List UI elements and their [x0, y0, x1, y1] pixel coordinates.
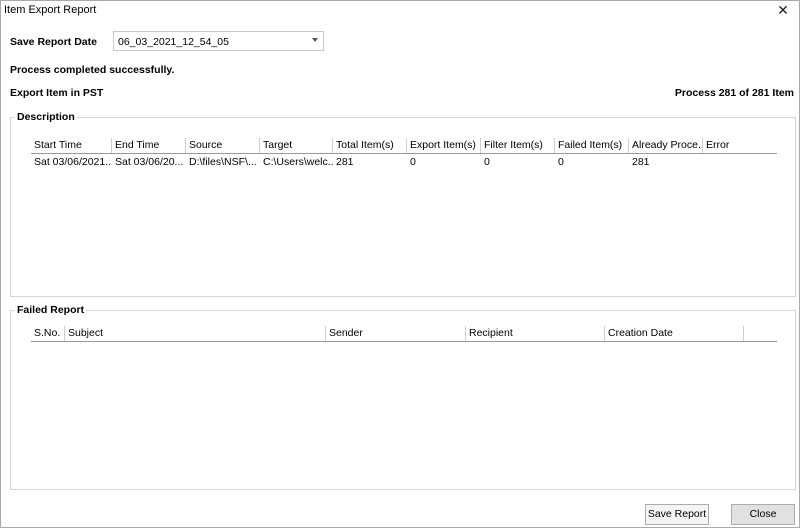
- failed-report-title: Failed Report: [15, 304, 87, 316]
- description-grid[interactable]: Start Time End Time Source Target Total …: [31, 138, 777, 288]
- cell-total-items: 281: [336, 156, 354, 168]
- column-header-error[interactable]: Error: [703, 138, 777, 153]
- status-message: Process completed successfully.: [10, 64, 175, 76]
- column-header-sender[interactable]: Sender: [326, 326, 466, 341]
- column-header-failed-items[interactable]: Failed Item(s): [555, 138, 629, 153]
- cell-export-items: 0: [410, 156, 416, 168]
- failed-report-grid-header: S.No. Subject Sender Recipient Creation …: [31, 326, 777, 342]
- table-row[interactable]: Sat 03/06/2021... Sat 03/06/20... D:\fil…: [31, 154, 777, 170]
- cell-failed-items: 0: [558, 156, 564, 168]
- chevron-down-icon[interactable]: [312, 38, 318, 42]
- item-export-report-window: Item Export Report ✕ Save Report Date 06…: [0, 0, 800, 528]
- column-header-subject[interactable]: Subject: [65, 326, 326, 341]
- column-header-total-items[interactable]: Total Item(s): [333, 138, 407, 153]
- column-header-recipient[interactable]: Recipient: [466, 326, 605, 341]
- description-title: Description: [15, 111, 77, 123]
- column-header-target[interactable]: Target: [260, 138, 333, 153]
- column-header-already-processed[interactable]: Already Proce...: [629, 138, 703, 153]
- window-title: Item Export Report: [4, 4, 97, 16]
- close-icon[interactable]: ✕: [775, 2, 791, 18]
- save-report-button[interactable]: Save Report: [645, 504, 709, 525]
- column-header-start-time[interactable]: Start Time: [31, 138, 112, 153]
- cell-start-time: Sat 03/06/2021...: [34, 156, 112, 168]
- description-grid-header: Start Time End Time Source Target Total …: [31, 138, 777, 154]
- close-button[interactable]: Close: [731, 504, 795, 525]
- title-bar: Item Export Report ✕: [1, 1, 799, 21]
- column-header-end-time[interactable]: End Time: [112, 138, 186, 153]
- save-report-date-dropdown[interactable]: 06_03_2021_12_54_05: [113, 31, 324, 51]
- cell-target: C:\Users\welc...: [263, 156, 333, 168]
- cell-source: D:\files\NSF\...: [189, 156, 257, 168]
- save-report-date-value: 06_03_2021_12_54_05: [118, 36, 229, 48]
- progress-text: Process 281 of 281 Item: [674, 87, 794, 99]
- column-header-creation-date[interactable]: Creation Date: [605, 326, 744, 341]
- save-report-date-label: Save Report Date: [10, 36, 97, 48]
- cell-filter-items: 0: [484, 156, 490, 168]
- column-header-filter-items[interactable]: Filter Item(s): [481, 138, 555, 153]
- column-header-source[interactable]: Source: [186, 138, 260, 153]
- column-header-sno[interactable]: S.No.: [31, 326, 65, 341]
- failed-report-grid[interactable]: S.No. Subject Sender Recipient Creation …: [31, 326, 777, 481]
- cell-error: [703, 154, 777, 170]
- cell-already-processed: 281: [632, 156, 650, 168]
- column-header-export-items[interactable]: Export Item(s): [407, 138, 481, 153]
- export-label: Export Item in PST: [10, 87, 104, 99]
- cell-end-time: Sat 03/06/20...: [115, 156, 184, 168]
